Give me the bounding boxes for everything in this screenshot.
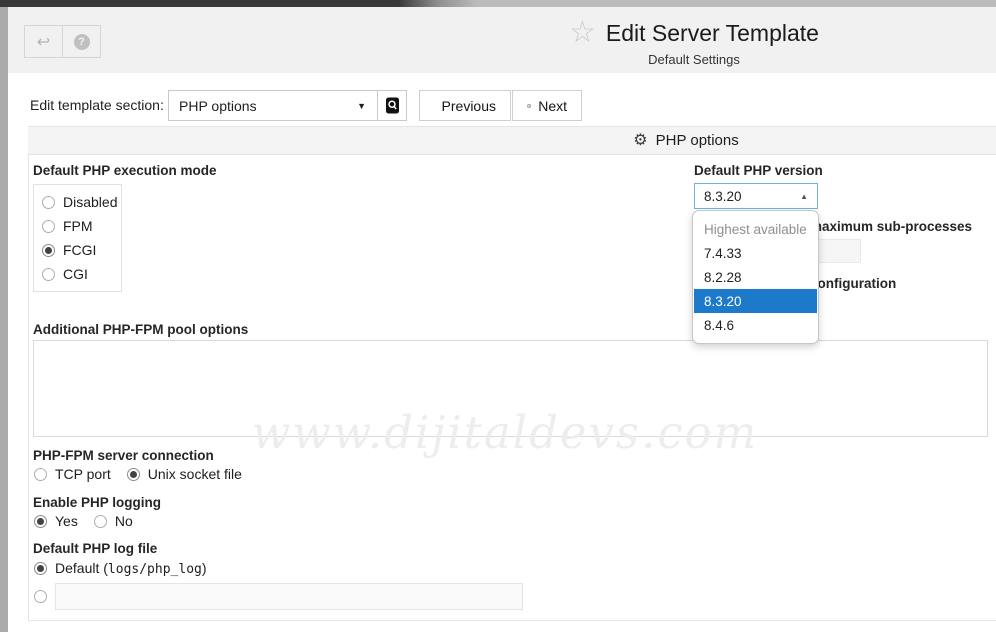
radio-option-fcgi[interactable]: FCGI xyxy=(42,242,121,258)
log-file-custom-radio[interactable] xyxy=(34,590,47,603)
radio-option-yes[interactable]: Yes xyxy=(34,513,78,529)
preview-section-button[interactable] xyxy=(377,90,407,121)
template-section-label: Edit template section: xyxy=(30,90,164,121)
title-row: ☆ Edit Server Template xyxy=(494,18,894,48)
radio-button[interactable] xyxy=(94,515,107,528)
log-file-default-prefix: Default ( xyxy=(55,560,108,576)
radio-label: FPM xyxy=(63,218,93,234)
php-version-dropdown: Highest available 7.4.33 8.2.28 8.3.20 8… xyxy=(692,210,819,344)
collapsed-sidebar-strip[interactable] xyxy=(0,7,8,632)
favorite-star-icon[interactable]: ☆ xyxy=(569,18,596,48)
pool-options-label: Additional PHP-FPM pool options xyxy=(33,322,248,337)
page-subtitle: Default Settings xyxy=(494,52,894,67)
radio-option-tcp-port[interactable]: TCP port xyxy=(34,466,111,482)
radio-option-fpm[interactable]: FPM xyxy=(42,218,121,234)
exec-mode-radio-group: Disabled FPM FCGI CGI xyxy=(33,184,122,292)
next-button[interactable]: Next xyxy=(512,90,582,121)
log-file-custom-input[interactable] xyxy=(55,583,523,610)
radio-button[interactable] xyxy=(42,268,55,281)
php-logging-label: Enable PHP logging xyxy=(33,495,161,510)
radio-label: FCGI xyxy=(63,242,96,258)
dropdown-option-8228[interactable]: 8.2.28 xyxy=(693,265,818,289)
radio-button[interactable] xyxy=(42,244,55,257)
radio-button[interactable] xyxy=(42,220,55,233)
previous-button-label: Previous xyxy=(442,98,496,114)
radio-button[interactable] xyxy=(34,562,47,575)
help-icon: ? xyxy=(74,34,90,50)
max-subprocesses-label-fragment: maximum sub-processes xyxy=(810,219,972,234)
log-file-label: Default PHP log file xyxy=(33,541,157,556)
radio-label: TCP port xyxy=(55,466,111,482)
fpm-connection-radio-group: TCP port Unix socket file xyxy=(34,466,242,482)
radio-button[interactable] xyxy=(34,515,47,528)
radio-label: CGI xyxy=(63,266,88,282)
radio-option-unix-socket[interactable]: Unix socket file xyxy=(127,466,242,482)
back-arrow-icon: ↩ xyxy=(37,32,50,52)
previous-button[interactable]: Previous xyxy=(419,90,511,121)
dropdown-option-7433[interactable]: 7.4.33 xyxy=(693,241,818,265)
configuration-label-fragment: configuration xyxy=(810,276,896,291)
section-header: ⚙ PHP options xyxy=(561,126,811,155)
log-file-default-suffix: ) xyxy=(202,560,207,576)
help-button[interactable]: ? xyxy=(62,25,101,58)
log-file-default-path: logs/php_log xyxy=(108,562,202,577)
page-title: Edit Server Template xyxy=(606,20,819,47)
fpm-connection-label: PHP-FPM server connection xyxy=(33,448,214,463)
php-version-select[interactable]: 8.3.20 ▲ xyxy=(694,183,818,209)
radio-label: Yes xyxy=(55,513,78,529)
php-version-label: Default PHP version xyxy=(694,163,823,178)
radio-button[interactable] xyxy=(34,468,47,481)
arrow-right-circle-icon xyxy=(527,98,531,114)
dropdown-option-highest[interactable]: Highest available xyxy=(693,217,818,241)
gear-icon: ⚙ xyxy=(633,133,647,149)
back-button[interactable]: ↩ xyxy=(24,25,63,58)
page: ↩ ? ☆ Edit Server Template Default Setti… xyxy=(0,0,996,632)
radio-label: Unix socket file xyxy=(148,466,242,482)
pool-options-textarea[interactable] xyxy=(33,340,988,437)
caret-up-icon: ▲ xyxy=(800,192,808,201)
radio-button[interactable] xyxy=(42,196,55,209)
radio-option-no[interactable]: No xyxy=(94,513,133,529)
exec-mode-label: Default PHP execution mode xyxy=(33,163,217,178)
dropdown-option-8320[interactable]: 8.3.20 xyxy=(694,289,817,313)
radio-option-cgi[interactable]: CGI xyxy=(42,266,121,282)
radio-button[interactable] xyxy=(127,468,140,481)
radio-label: No xyxy=(115,513,133,529)
log-file-default-option[interactable]: Default (logs/php_log) xyxy=(34,560,207,577)
dropdown-option-846[interactable]: 8.4.6 xyxy=(693,313,818,337)
top-window-bar xyxy=(0,0,996,7)
section-header-band xyxy=(28,126,996,155)
radio-label: Disabled xyxy=(63,194,117,210)
caret-down-icon: ▼ xyxy=(357,101,366,111)
header-nav-buttons: ↩ ? xyxy=(24,25,101,58)
template-section-select-value: PHP options xyxy=(179,98,257,114)
arrow-left-circle-icon xyxy=(434,98,435,114)
page-header: ↩ ? ☆ Edit Server Template Default Setti… xyxy=(8,7,996,73)
php-version-select-value: 8.3.20 xyxy=(704,189,742,204)
php-logging-radio-group: Yes No xyxy=(34,513,133,529)
radio-label: Default (logs/php_log) xyxy=(55,560,207,577)
next-button-label: Next xyxy=(538,98,567,114)
document-magnifier-icon xyxy=(385,97,400,114)
section-title: PHP options xyxy=(656,132,739,149)
radio-option-disabled[interactable]: Disabled xyxy=(42,194,121,210)
template-section-select[interactable]: PHP options ▼ xyxy=(168,90,378,121)
